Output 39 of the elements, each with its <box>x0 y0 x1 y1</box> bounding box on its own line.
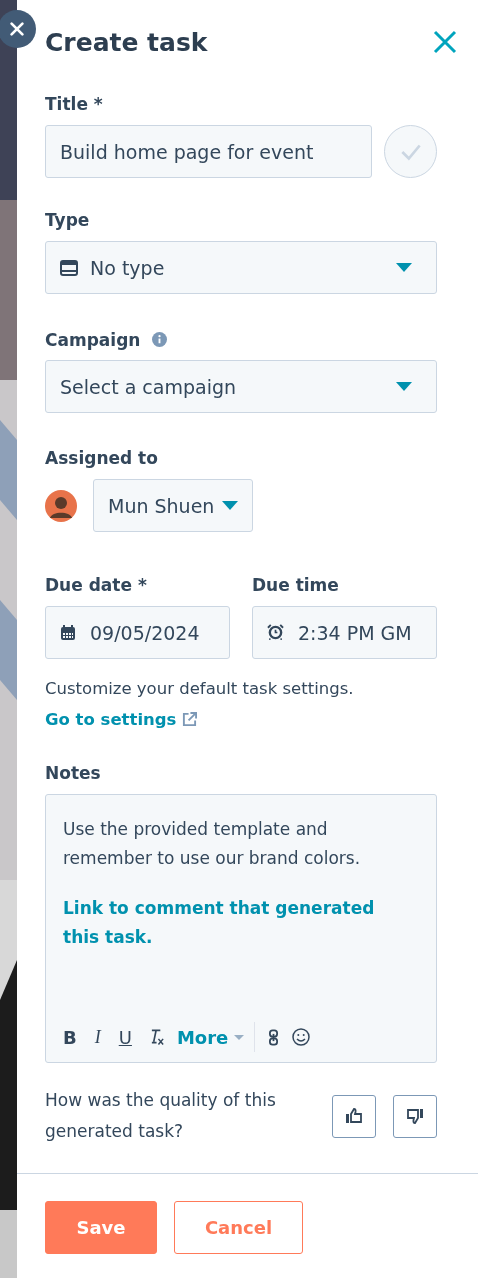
title-field[interactable]: Build home page for event <box>45 125 372 178</box>
field-label: Due date * <box>45 575 148 596</box>
italic-button[interactable]: I <box>94 1026 101 1048</box>
caret-icon <box>396 382 412 391</box>
field-label: Due time <box>252 575 340 596</box>
bold-button[interactable]: B <box>63 1026 77 1048</box>
notes-editor[interactable]: Use the provided template and remember to use our brand colors. Link to comment that generated this task. B I U More <box>45 794 437 1063</box>
avatar <box>45 489 77 522</box>
thumbs-down-icon <box>406 1108 424 1124</box>
emoji-icon[interactable] <box>292 1028 311 1046</box>
field-label: Assigned to <box>45 448 159 469</box>
field-label: Type <box>45 210 91 231</box>
feedback-question: How was the quality of this generated task? <box>45 1089 277 1143</box>
field-label: Title * <box>45 94 104 115</box>
thumbs-down-button[interactable] <box>393 1094 437 1138</box>
underline-button[interactable]: U <box>118 1026 132 1048</box>
date-field[interactable]: 09/05/2024 <box>45 606 230 659</box>
external-link-icon <box>182 712 198 727</box>
calendar-icon <box>60 624 76 641</box>
field-label: Notes <box>45 763 102 784</box>
info-icon[interactable] <box>152 332 168 347</box>
caret-icon <box>396 263 412 272</box>
helper-text: Customize your default task settings. Go to settings <box>45 678 355 731</box>
clear-format-icon[interactable] <box>149 1028 165 1046</box>
thumbs-up-icon <box>345 1108 363 1124</box>
thumbs-up-button[interactable] <box>332 1094 376 1138</box>
panel-title: Create task <box>45 27 208 57</box>
settings-link[interactable]: Go to settings <box>45 710 198 729</box>
owner-dropdown[interactable]: Mun Shuen <box>93 479 254 532</box>
alarm-clock-icon <box>267 624 284 641</box>
type-dropdown[interactable]: No type <box>45 241 437 294</box>
time-field[interactable]: 2:34 PM GM <box>252 606 437 659</box>
field-label: Campaign <box>45 329 141 350</box>
notes-text: Use the provided template and remember to use our brand colors. <box>63 818 362 870</box>
caret-icon <box>222 501 239 510</box>
campaign-dropdown[interactable]: Select a campaign <box>45 360 437 413</box>
link-icon[interactable] <box>269 1028 279 1046</box>
caret-icon <box>234 1034 245 1040</box>
inbox-icon <box>60 259 78 276</box>
